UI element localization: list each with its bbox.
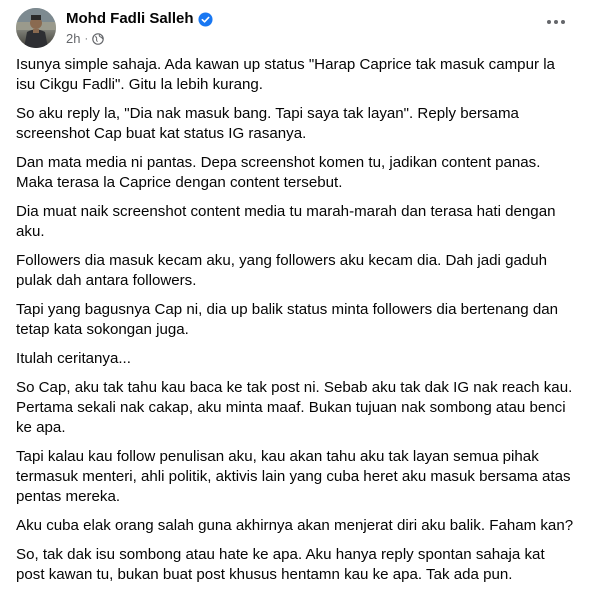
author-name-row: Mohd Fadli Salleh: [66, 10, 213, 28]
author-avatar[interactable]: [16, 8, 56, 48]
post-paragraph: So Cap, aku tak tahu kau baca ke tak pos…: [16, 379, 573, 436]
post-paragraph: Aku cuba elak orang salah guna akhirnya …: [16, 517, 574, 534]
post-meta: 2h ·: [66, 31, 104, 47]
post-body: Isunya simple sahaja. Ada kawan up statu…: [16, 55, 576, 594]
more-options-button[interactable]: [538, 12, 574, 32]
post-paragraph: Followers dia masuk kecam aku, yang foll…: [16, 252, 548, 289]
post-paragraph: Isunya simple sahaja. Ada kawan up statu…: [16, 56, 555, 93]
post-paragraph: So aku reply la, "Dia nak masuk bang. Ta…: [16, 105, 519, 142]
ellipsis-icon: [547, 20, 565, 24]
post-paragraph: Tapi yang bagusnya Cap ni, dia up balik …: [16, 301, 559, 338]
meta-separator: ·: [84, 33, 89, 45]
post-paragraph: Dia muat naik screenshot content media t…: [16, 203, 556, 240]
facebook-post: Mohd Fadli Salleh 2h · Isunya simple sah…: [0, 0, 590, 583]
globe-icon[interactable]: [92, 33, 104, 45]
post-paragraph: Tapi kalau kau follow penulisan aku, kau…: [16, 448, 571, 505]
post-timestamp[interactable]: 2h: [66, 31, 80, 47]
post-paragraph: Itulah ceritanya...: [16, 350, 131, 367]
verified-badge-icon: [197, 11, 213, 27]
author-name[interactable]: Mohd Fadli Salleh: [66, 10, 194, 28]
post-header: Mohd Fadli Salleh 2h ·: [16, 8, 574, 52]
post-paragraph: Dan mata media ni pantas. Depa screensho…: [16, 154, 541, 191]
post-paragraph: So, tak dak isu sombong atau hate ke apa…: [16, 546, 545, 583]
avatar-photo: [16, 8, 56, 48]
